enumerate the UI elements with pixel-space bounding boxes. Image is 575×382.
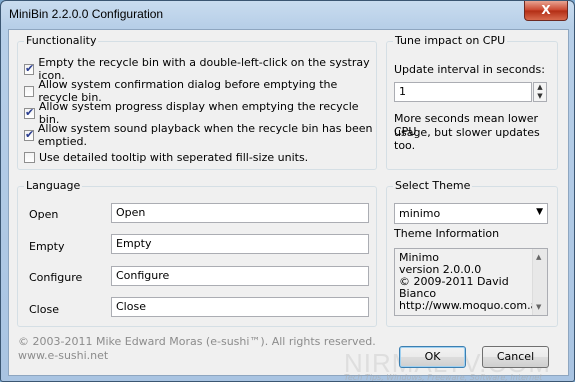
interval-input[interactable]: 1 <box>394 82 532 102</box>
option-detailed-tooltip[interactable]: Use detailed tooltip with seperated fill… <box>24 150 308 164</box>
ok-button[interactable]: OK <box>399 346 466 368</box>
functionality-group: Functionality ✔ Empty the recycle bin wi… <box>17 34 377 170</box>
select-theme-group: Select Theme minimo ▼ Theme Information … <box>386 179 558 327</box>
configure-label: Configure <box>29 271 83 284</box>
checkbox[interactable]: ✔ <box>24 61 35 75</box>
checkmark-icon: ✔ <box>25 127 35 141</box>
empty-text-input[interactable]: Empty <box>111 234 369 254</box>
watermark-subtext: Tech Tips, Windows, Freeware, Software, … <box>344 373 543 382</box>
option-sound-playback[interactable]: ✔ Allow system sound playback when the r… <box>24 122 376 148</box>
cancel-button[interactable]: Cancel <box>482 346 549 368</box>
theme-info-label: Theme Information <box>394 227 500 240</box>
spin-down-icon[interactable]: ▼ <box>534 92 546 101</box>
copyright-text: © 2003-2011 Mike Edward Moras (e-sushi™)… <box>18 335 376 348</box>
checkbox[interactable]: ✔ <box>24 127 35 141</box>
option-progress-display[interactable]: ✔ Allow system progress display when emp… <box>24 100 376 126</box>
interval-label: Update interval in seconds: <box>394 63 545 76</box>
theme-info-url: http://www.moquo.com.ar/ <box>399 299 546 312</box>
option-confirmation-dialog[interactable]: Allow system confirmation dialog before … <box>24 78 376 104</box>
theme-info-box: Minimo version 2.0.0.0 © 2009-2011 David… <box>394 248 548 316</box>
checkbox[interactable] <box>24 151 35 163</box>
theme-info-scrollbar[interactable]: ▲ ▼ <box>532 249 547 315</box>
open-label: Open <box>29 208 59 221</box>
tune-cpu-group-title: Tune impact on CPU <box>393 34 508 47</box>
option-label: Use detailed tooltip with seperated fill… <box>39 150 309 164</box>
option-double-click-empty[interactable]: ✔ Empty the recycle bin with a double-le… <box>24 56 376 82</box>
open-text-input[interactable]: Open <box>111 203 369 223</box>
theme-info-copyright: © 2009-2011 David Bianco <box>399 275 509 300</box>
empty-label: Empty <box>29 240 65 253</box>
cpu-note-line2: usage, but slower updates too. <box>394 126 540 152</box>
close-label: Close <box>29 303 59 316</box>
close-text-input[interactable]: Close <box>111 297 369 317</box>
select-theme-group-title: Select Theme <box>393 179 473 192</box>
scroll-down-icon[interactable]: ▼ <box>536 301 541 313</box>
chevron-down-icon[interactable]: ▼ <box>536 207 543 217</box>
scroll-up-icon[interactable]: ▲ <box>536 251 541 263</box>
language-group-title: Language <box>24 179 83 192</box>
configure-text-input[interactable]: Configure <box>111 266 369 286</box>
title-bar[interactable]: MiniBin 2.2.0.0 Configuration X <box>1 1 574 29</box>
checkbox[interactable]: ✔ <box>24 105 35 119</box>
theme-dropdown[interactable]: minimo ▼ <box>394 203 548 224</box>
checkmark-icon: ✔ <box>25 61 35 75</box>
option-label: Allow system sound playback when the rec… <box>37 122 373 148</box>
checkmark-icon: ✔ <box>25 105 35 119</box>
close-window-button[interactable]: X <box>524 1 568 21</box>
theme-dropdown-value: minimo <box>399 207 441 220</box>
interval-spinner[interactable]: ▲ ▼ <box>533 82 547 102</box>
checkbox[interactable] <box>24 85 35 97</box>
dialog-client-area: Functionality ✔ Empty the recycle bin wi… <box>8 29 569 381</box>
language-group: Language Open Open Empty Empty Configure… <box>17 179 377 327</box>
website-link[interactable]: www.e-sushi.net <box>18 349 108 362</box>
spin-up-icon[interactable]: ▲ <box>534 83 546 92</box>
config-window: MiniBin 2.2.0.0 Configuration X Function… <box>0 0 575 382</box>
tune-cpu-group: Tune impact on CPU Update interval in se… <box>386 34 558 170</box>
functionality-group-title: Functionality <box>24 34 99 47</box>
window-title: MiniBin 2.2.0.0 Configuration <box>9 7 164 21</box>
